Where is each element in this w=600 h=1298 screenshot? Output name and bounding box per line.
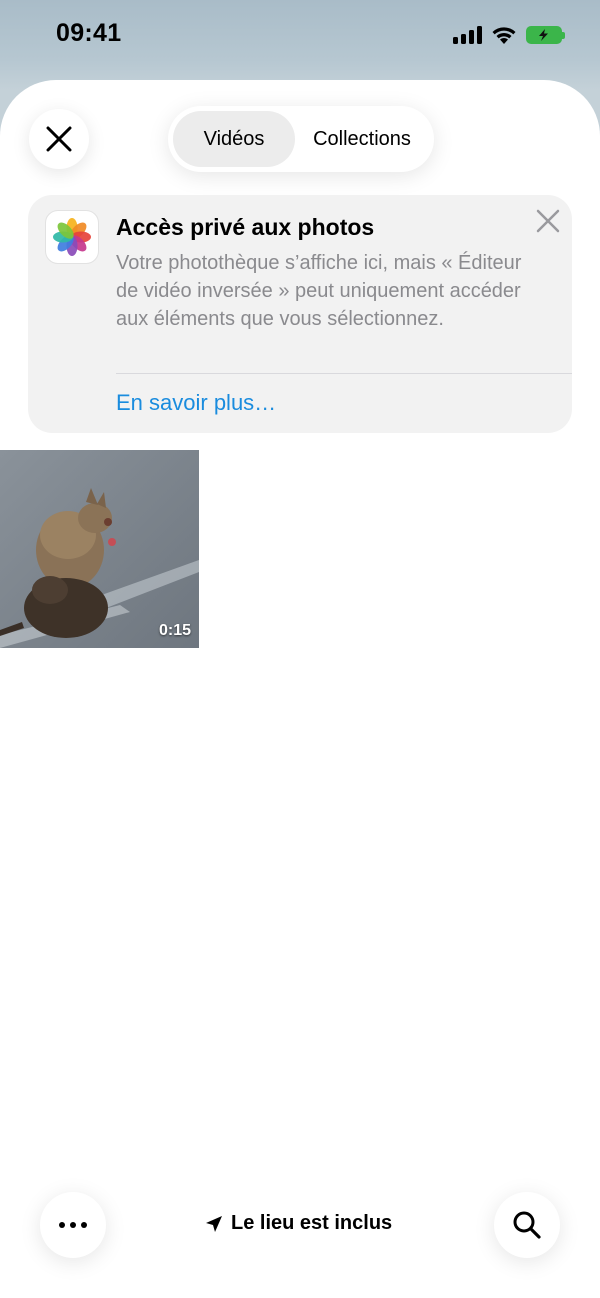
battery-charging-icon [526, 26, 565, 44]
status-time: 09:41 [56, 19, 122, 47]
location-included-toggle[interactable]: Le lieu est inclus [205, 1212, 392, 1235]
photos-app-icon [45, 210, 99, 264]
close-button[interactable] [29, 109, 89, 169]
banner-divider [116, 373, 572, 374]
cellular-signal-icon [453, 26, 482, 44]
quokka-photo [0, 450, 199, 648]
location-label: Le lieu est inclus [231, 1212, 393, 1234]
tab-collections[interactable]: Collections [295, 111, 429, 167]
tab-videos[interactable]: Vidéos [173, 111, 295, 167]
search-icon [513, 1211, 541, 1239]
more-icon [59, 1222, 87, 1228]
close-icon [46, 126, 72, 152]
wifi-icon [492, 27, 516, 44]
banner-body: Votre photothèque s’affiche ici, mais « … [116, 252, 522, 330]
photo-picker-sheet: Vidéos Collections Accès privé aux photo… [0, 80, 600, 1298]
close-icon [536, 209, 560, 233]
banner-title: Accès privé aux photos [116, 214, 375, 240]
video-thumbnail[interactable]: 0:15 [0, 450, 199, 648]
banner-dismiss-button[interactable] [536, 209, 560, 233]
status-bar: 09:41 [0, 0, 600, 70]
media-type-segmented-control: Vidéos Collections [168, 106, 434, 172]
limited-access-banner: Accès privé aux photos Votre photothèque… [28, 195, 572, 433]
location-arrow-icon [206, 1215, 222, 1232]
status-icons [453, 24, 565, 46]
search-button[interactable] [494, 1192, 560, 1258]
learn-more-link[interactable]: En savoir plus… [116, 390, 276, 416]
video-duration: 0:15 [158, 622, 191, 639]
more-options-button[interactable] [40, 1192, 106, 1258]
